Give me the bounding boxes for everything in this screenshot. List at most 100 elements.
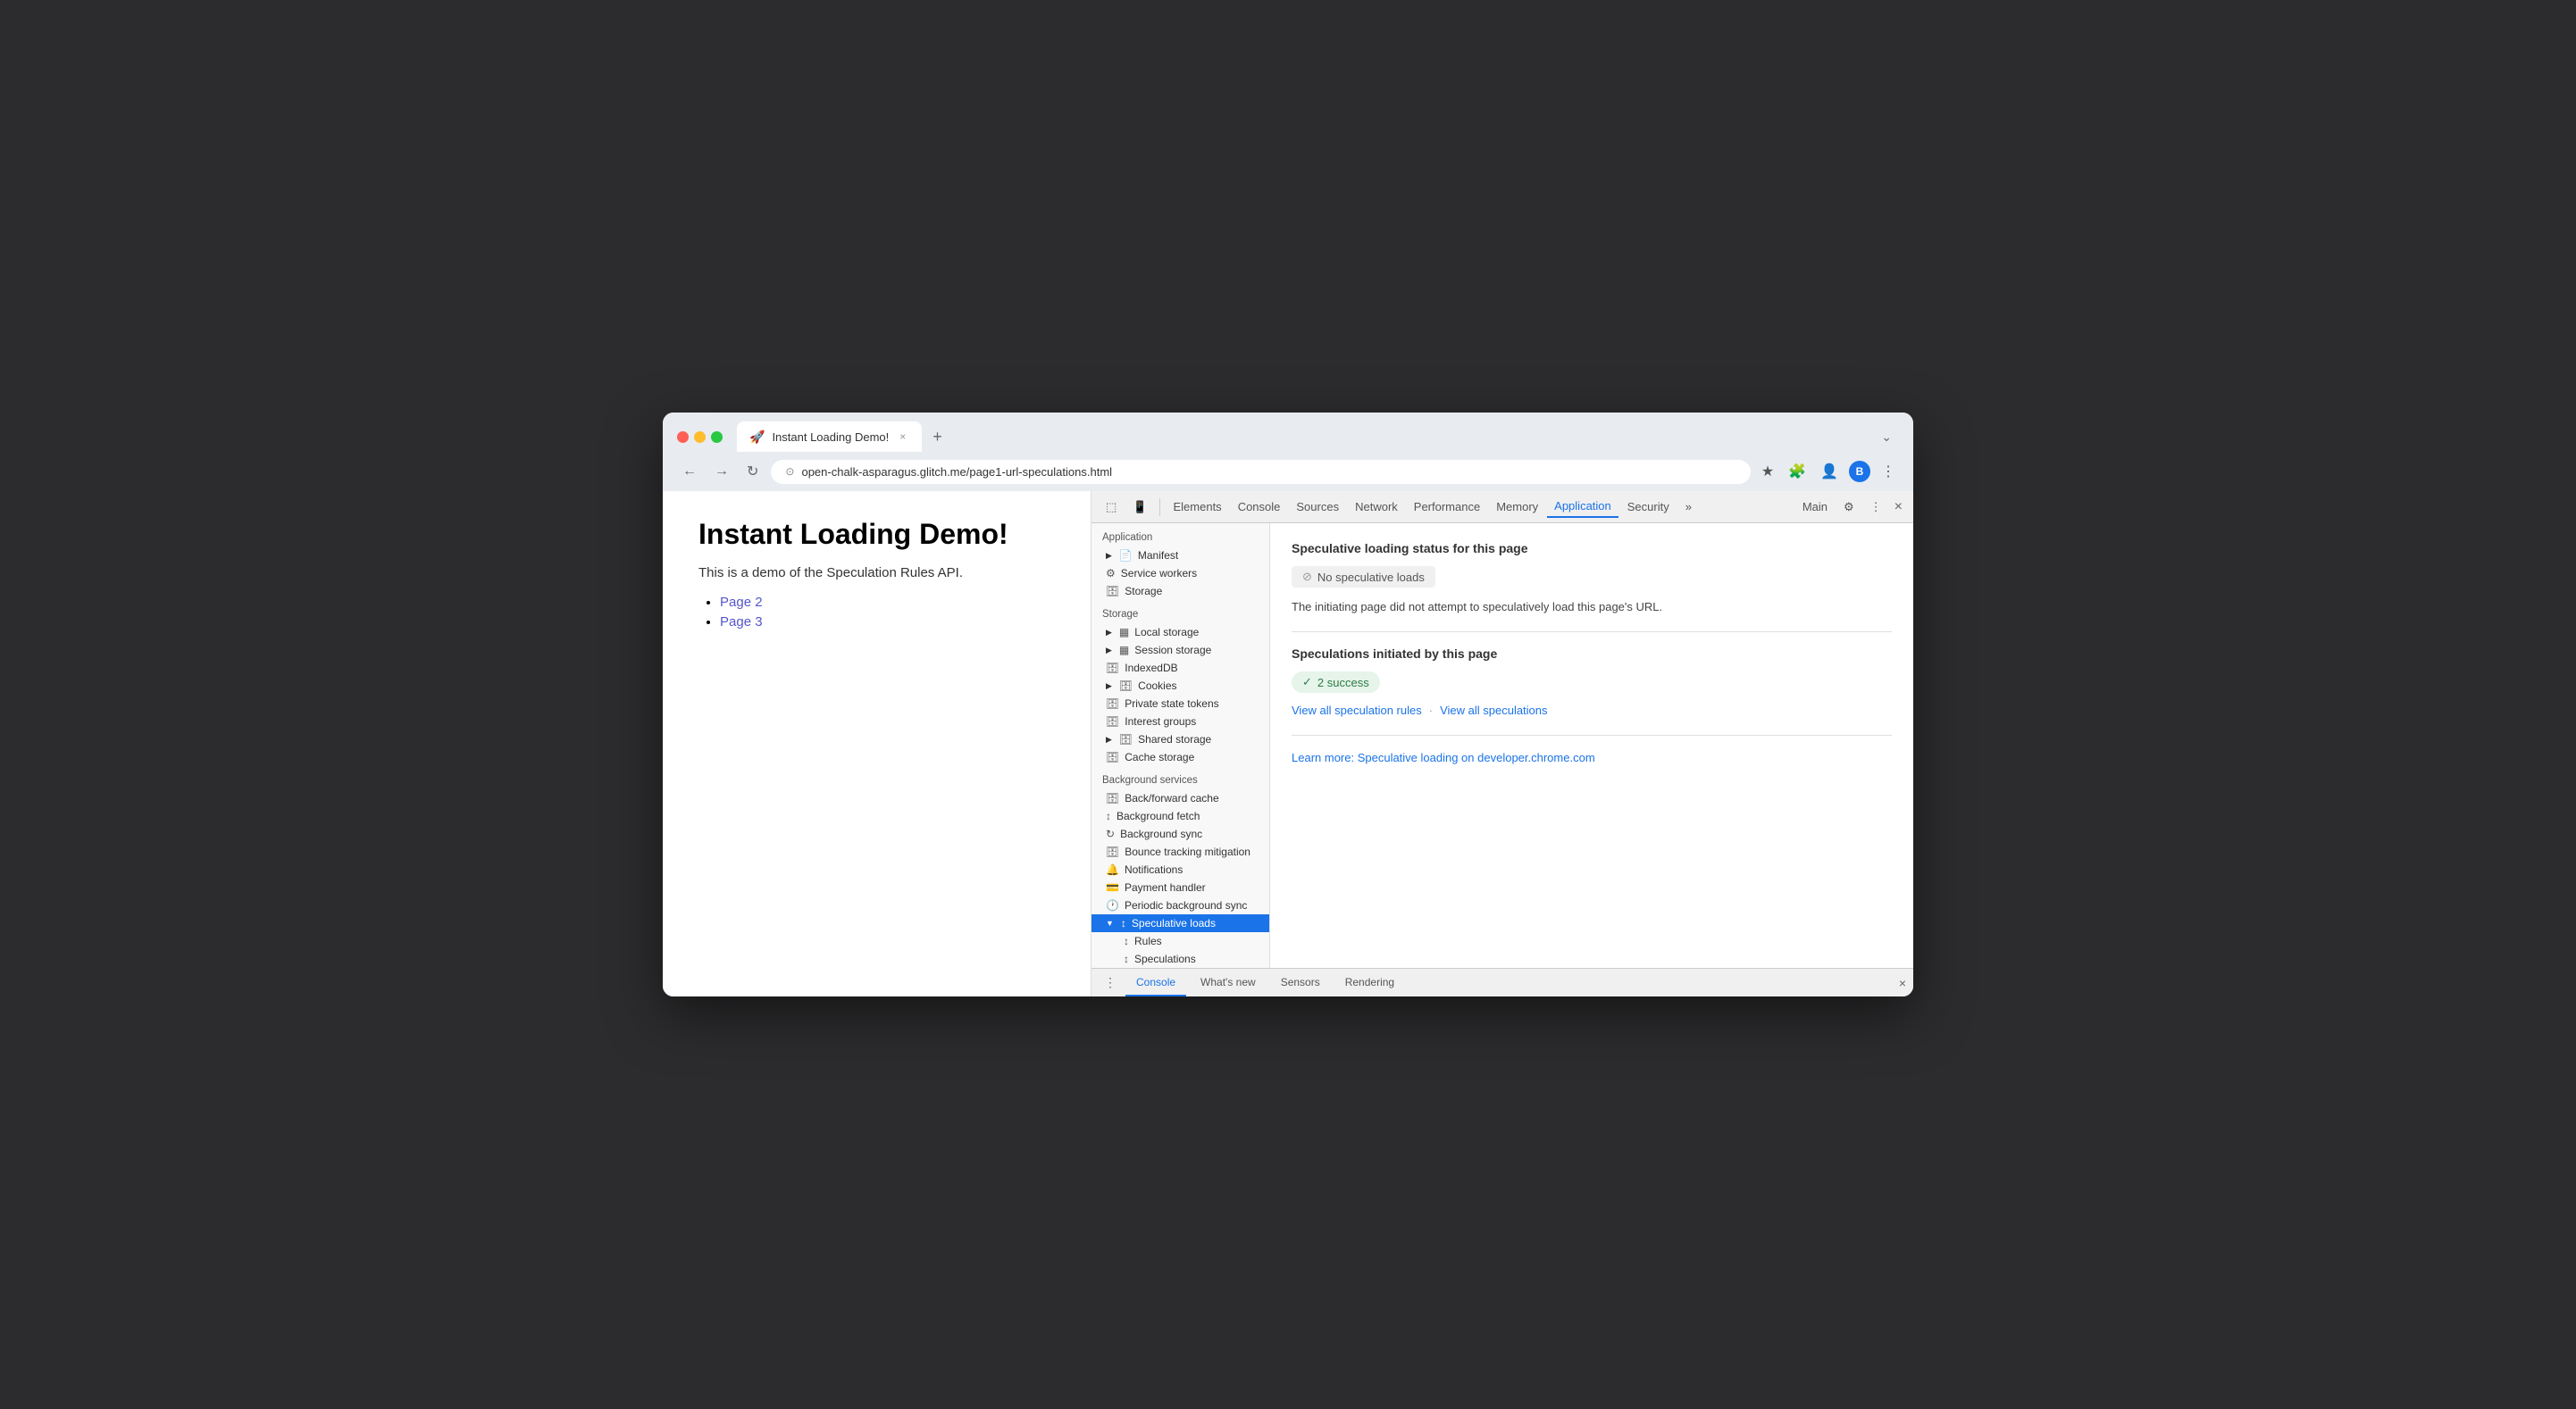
speculative-loads-icon: ↕ <box>1121 917 1126 930</box>
success-icon: ✓ <box>1302 675 1312 689</box>
page-heading: Instant Loading Demo! <box>698 518 1055 551</box>
sidebar-item-background-sync[interactable]: ↻ Background sync <box>1091 825 1269 843</box>
browser-tab[interactable]: 🚀 Instant Loading Demo! × <box>737 421 922 452</box>
expand-speculative-icon: ▼ <box>1106 919 1114 928</box>
back-button[interactable]: ← <box>677 460 702 483</box>
tab-network[interactable]: Network <box>1348 496 1405 517</box>
local-storage-icon: ▦ <box>1119 626 1129 638</box>
tab-expand-button[interactable]: ⌄ <box>1874 426 1899 448</box>
browser-window: 🚀 Instant Loading Demo! × + ⌄ ← → ↻ ⊙ op… <box>663 413 1913 996</box>
list-item: Page 3 <box>720 614 1055 630</box>
sidebar-item-session-storage[interactable]: ▶ ▦ Session storage <box>1091 641 1269 659</box>
session-storage-icon: ▦ <box>1119 644 1129 656</box>
status-badge: ⊘ No speculative loads <box>1292 566 1435 588</box>
more-icon[interactable]: ⋮ <box>1878 459 1899 484</box>
devtools-picker-icon[interactable]: ⬚ <box>1099 496 1124 518</box>
interest-groups-icon: 🗄 <box>1106 715 1119 728</box>
view-speculations-link[interactable]: View all speculations <box>1440 704 1547 717</box>
view-rules-link[interactable]: View all speculation rules <box>1292 704 1422 717</box>
expand-arrow-icon: ▶ <box>1106 551 1112 561</box>
avatar[interactable]: B <box>1849 461 1870 482</box>
forward-button[interactable]: → <box>709 460 734 483</box>
indexeddb-icon: 🗄 <box>1106 662 1119 674</box>
local-storage-label: Local storage <box>1134 626 1199 638</box>
sidebar-item-interest-groups[interactable]: 🗄 Interest groups <box>1091 713 1269 730</box>
devtools-mobile-icon[interactable]: 📱 <box>1125 496 1154 518</box>
speculations-label: Speculations <box>1134 953 1196 965</box>
devtools-more-icon[interactable]: ⋮ <box>1863 496 1889 518</box>
bottom-tab-whats-new[interactable]: What's new <box>1190 969 1267 996</box>
bottom-tab-sensors[interactable]: Sensors <box>1270 969 1331 996</box>
speculations-icon: ↕ <box>1124 953 1129 965</box>
sidebar-item-shared-storage[interactable]: ▶ 🗄 Shared storage <box>1091 730 1269 748</box>
settings-icon[interactable]: ⚙ <box>1836 496 1861 518</box>
sidebar-item-cache-storage[interactable]: 🗄 Cache storage <box>1091 748 1269 766</box>
bottom-tab-console[interactable]: Console <box>1125 969 1186 996</box>
bounce-tracking-label: Bounce tracking mitigation <box>1125 846 1250 858</box>
sidebar-item-notifications[interactable]: 🔔 Notifications <box>1091 861 1269 879</box>
shared-storage-label: Shared storage <box>1138 733 1211 746</box>
tab-bar: 🚀 Instant Loading Demo! × + ⌄ <box>737 421 1899 452</box>
back-forward-icon: 🗄 <box>1106 792 1119 805</box>
session-storage-label: Session storage <box>1134 644 1211 656</box>
close-traffic-light[interactable] <box>677 431 689 443</box>
sidebar-item-cookies[interactable]: ▶ 🗄 Cookies <box>1091 677 1269 695</box>
tab-close-button[interactable]: × <box>896 429 909 445</box>
context-selector[interactable]: Main <box>1795 496 1835 517</box>
sidebar-item-indexeddb[interactable]: 🗄 IndexedDB <box>1091 659 1269 677</box>
learn-more-link[interactable]: Learn more: Speculative loading on devel… <box>1292 751 1595 764</box>
tab-security[interactable]: Security <box>1620 496 1677 517</box>
page3-link[interactable]: Page 3 <box>720 614 763 629</box>
sidebar-item-storage-app[interactable]: 🗄 Storage <box>1091 582 1269 600</box>
indexeddb-label: IndexedDB <box>1125 662 1177 674</box>
extensions-icon[interactable]: 🧩 <box>1785 459 1810 484</box>
page2-link[interactable]: Page 2 <box>720 595 763 610</box>
success-badge: ✓ 2 success <box>1292 671 1380 693</box>
bottom-more-icon[interactable]: ⋮ <box>1099 975 1122 990</box>
toolbar-icons: ★ 🧩 👤 B ⋮ <box>1758 459 1899 484</box>
sidebar-item-rules[interactable]: ↕ Rules <box>1091 932 1269 950</box>
payment-handler-label: Payment handler <box>1125 881 1206 894</box>
sidebar-item-manifest[interactable]: ▶ 📄 Manifest <box>1091 546 1269 564</box>
profile-icon[interactable]: 👤 <box>1817 459 1842 484</box>
sidebar-item-back-forward[interactable]: 🗄 Back/forward cache <box>1091 789 1269 807</box>
devtools-close-button[interactable]: × <box>1891 496 1906 519</box>
tab-memory[interactable]: Memory <box>1489 496 1545 517</box>
tab-elements[interactable]: Elements <box>1166 496 1228 517</box>
status-badge-text: No speculative loads <box>1317 571 1425 584</box>
periodic-sync-label: Periodic background sync <box>1125 899 1247 912</box>
sidebar-item-payment-handler[interactable]: 💳 Payment handler <box>1091 879 1269 896</box>
sidebar-item-service-workers[interactable]: ⚙ Service workers <box>1091 564 1269 582</box>
sidebar-item-speculations[interactable]: ↕ Speculations <box>1091 950 1269 968</box>
sidebar-item-private-state[interactable]: 🗄 Private state tokens <box>1091 695 1269 713</box>
tab-performance[interactable]: Performance <box>1407 496 1487 517</box>
section-label-background: Background services <box>1091 766 1269 789</box>
new-tab-button[interactable]: + <box>925 424 949 450</box>
title-bar: 🚀 Instant Loading Demo! × + ⌄ <box>663 413 1913 452</box>
tab-more[interactable]: » <box>1678 496 1699 517</box>
bottom-close-button[interactable]: × <box>1899 976 1906 990</box>
content-divider-1 <box>1292 631 1892 632</box>
omnibox[interactable]: ⊙ open-chalk-asparagus.glitch.me/page1-u… <box>771 460 1750 484</box>
sidebar-item-background-fetch[interactable]: ↕ Background fetch <box>1091 807 1269 825</box>
tab-favicon-icon: 🚀 <box>749 429 765 445</box>
success-count: 2 success <box>1317 676 1369 689</box>
maximize-traffic-light[interactable] <box>711 431 723 443</box>
reload-button[interactable]: ↻ <box>741 459 764 484</box>
sidebar-item-bounce-tracking[interactable]: 🗄 Bounce tracking mitigation <box>1091 843 1269 861</box>
sidebar-item-speculative-loads[interactable]: ▼ ↕ Speculative loads <box>1091 914 1269 932</box>
status-description: The initiating page did not attempt to s… <box>1292 600 1892 613</box>
bookmark-icon[interactable]: ★ <box>1758 459 1777 484</box>
cache-storage-icon: 🗄 <box>1106 751 1119 763</box>
notifications-label: Notifications <box>1125 863 1183 876</box>
tab-console[interactable]: Console <box>1231 496 1288 517</box>
sidebar-item-local-storage[interactable]: ▶ ▦ Local storage <box>1091 623 1269 641</box>
sidebar-item-periodic-sync[interactable]: 🕐 Periodic background sync <box>1091 896 1269 914</box>
minimize-traffic-light[interactable] <box>694 431 706 443</box>
status-section-title: Speculative loading status for this page <box>1292 541 1892 555</box>
tab-application[interactable]: Application <box>1547 496 1618 518</box>
bottom-tab-rendering[interactable]: Rendering <box>1334 969 1405 996</box>
periodic-sync-icon: 🕐 <box>1106 899 1119 912</box>
speculation-links: View all speculation rules · View all sp… <box>1292 704 1892 717</box>
tab-sources[interactable]: Sources <box>1289 496 1346 517</box>
